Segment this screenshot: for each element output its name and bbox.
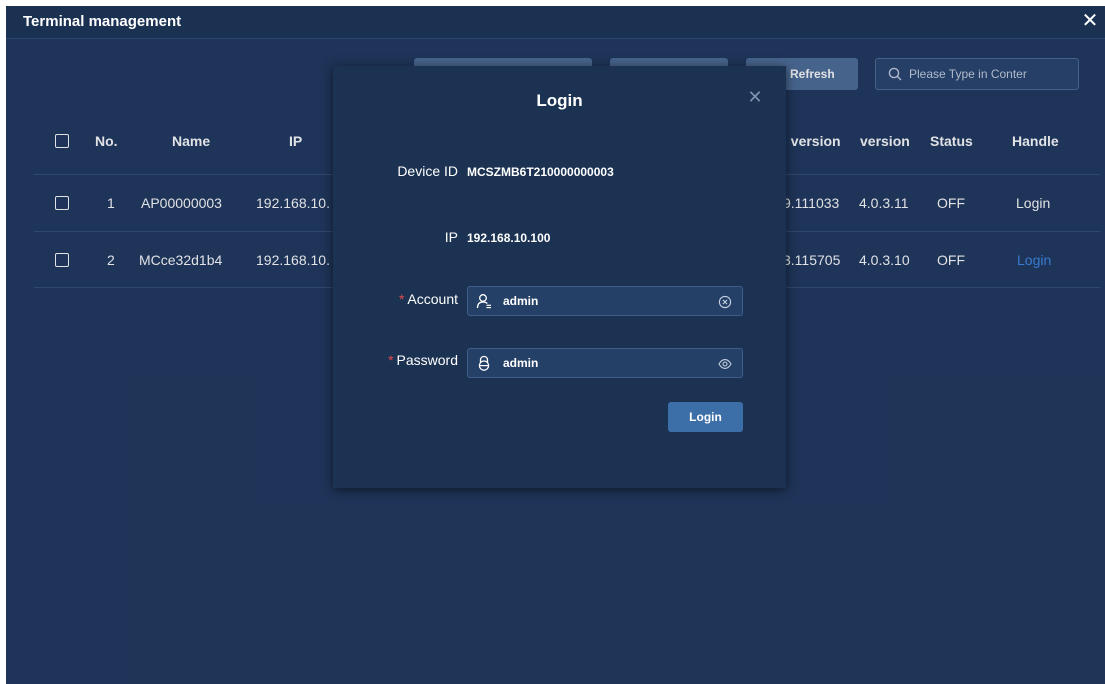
required-mark: * <box>398 291 405 307</box>
password-label: * Password <box>388 352 458 368</box>
dialog-title: Login <box>536 91 583 110</box>
password-label-text: Password <box>396 352 458 368</box>
close-icon[interactable]: ✕ <box>1079 10 1101 32</box>
ip-value: 192.168.10.100 <box>467 231 551 245</box>
required-mark: * <box>388 352 394 368</box>
login-dialog: Login ✕ Device ID MCSZMB6T210000000003 I… <box>333 66 786 488</box>
login-button[interactable]: Login <box>668 402 743 432</box>
password-field[interactable]: admin <box>467 348 743 378</box>
device-id-label: Device ID <box>397 163 458 179</box>
password-value: admin <box>503 356 539 370</box>
window-title: Terminal management <box>23 13 182 30</box>
device-id-value: MCSZMB6T210000000003 <box>467 165 614 179</box>
user-icon <box>476 294 491 309</box>
close-icon[interactable]: ✕ <box>745 87 765 107</box>
clear-icon[interactable] <box>718 295 732 309</box>
eye-icon[interactable] <box>718 357 732 371</box>
title-bar: Terminal management ✕ <box>6 6 1105 39</box>
account-label: * Account <box>399 291 458 307</box>
account-label-text: Account <box>407 291 458 307</box>
ip-label: IP <box>444 229 458 245</box>
lock-icon <box>478 355 490 371</box>
account-value: admin <box>503 294 539 308</box>
account-field[interactable]: admin <box>467 286 743 316</box>
terminal-management-window: Terminal management ✕ Refresh Please Typ… <box>6 6 1105 684</box>
